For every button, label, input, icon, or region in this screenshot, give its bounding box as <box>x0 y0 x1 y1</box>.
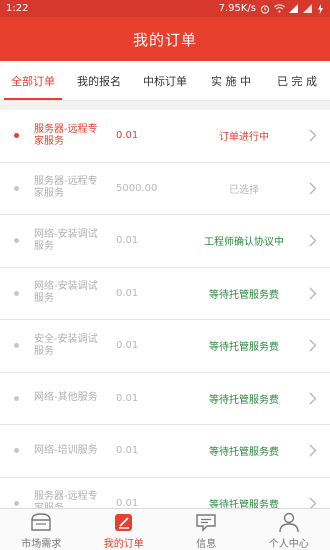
order-row[interactable]: 服务器-远程专家服务 0.01 等待托管服务费 <box>0 477 330 510</box>
chevron-right-icon <box>302 339 324 352</box>
tab-0[interactable]: 全部订单 <box>0 61 66 100</box>
bullet-dot <box>14 343 19 349</box>
network-speed: 7.95K/s <box>218 3 256 14</box>
tab-1[interactable]: 我的报名 <box>66 61 132 100</box>
order-status: 等待托管服务费 <box>209 342 279 354</box>
order-price: 0.01 <box>116 445 139 457</box>
order-status: 已选择 <box>229 184 259 196</box>
order-price: 0.01 <box>116 130 139 142</box>
chevron-right-icon <box>302 392 324 405</box>
nav-item-3[interactable]: 个人中心 <box>248 509 330 550</box>
nav-item-1[interactable]: 我的订单 <box>83 509 166 550</box>
order-service-name: 网络-安装调试服务 <box>34 228 98 252</box>
tab-label: 中标订单 <box>143 74 187 88</box>
message-icon <box>194 510 218 534</box>
bullet-dot <box>14 395 19 401</box>
bottom-navigation: 市场需求 我的订单 信息 个人中心 <box>0 508 330 550</box>
bullet-dot <box>14 185 19 191</box>
alarm-icon <box>260 4 270 14</box>
nav-label: 我的订单 <box>103 538 144 550</box>
order-service-name: 安全-安装调试服务 <box>34 333 98 357</box>
order-row[interactable]: 网络-其他服务 0.01 等待托管服务费 <box>0 372 330 425</box>
order-service-name: 网络-其他服务 <box>34 392 98 404</box>
order-service-name: 服务器-远程专家服务 <box>34 176 98 200</box>
nav-label: 个人中心 <box>268 538 309 550</box>
order-status: 订单进行中 <box>219 132 269 144</box>
status-time: 1:22 <box>6 3 29 14</box>
tab-3[interactable]: 实 施 中 <box>198 61 264 100</box>
chevron-right-icon <box>302 182 324 195</box>
tab-label: 已 完 成 <box>277 74 317 88</box>
tab-2[interactable]: 中标订单 <box>132 61 198 100</box>
order-service-name: 网络-培训服务 <box>34 444 98 456</box>
wifi-icon <box>274 4 285 13</box>
bullet-dot <box>14 290 19 296</box>
tab-label: 我的报名 <box>77 74 121 88</box>
tab-4[interactable]: 已 完 成 <box>264 61 330 100</box>
order-status: 工程师确认协议中 <box>204 237 284 249</box>
nav-item-2[interactable]: 信息 <box>165 509 248 550</box>
bullet-dot <box>14 238 19 244</box>
order-row[interactable]: 网络-培训服务 0.01 等待托管服务费 <box>0 425 330 478</box>
bullet-dot <box>14 133 19 139</box>
status-bar: 1:22 7.95K/s <box>0 0 330 17</box>
order-status: 等待托管服务费 <box>209 447 279 459</box>
order-price: 5000.00 <box>116 182 158 194</box>
nav-label: 信息 <box>196 538 217 550</box>
nav-item-0[interactable]: 市场需求 <box>0 509 83 550</box>
nav-label: 市场需求 <box>21 538 62 550</box>
chevron-right-icon <box>302 444 324 457</box>
order-price: 0.01 <box>116 340 139 352</box>
order-status: 等待托管服务费 <box>209 289 279 301</box>
order-price: 0.01 <box>116 235 139 247</box>
order-row[interactable]: 服务器-远程专家服务 0.01 订单进行中 <box>0 110 330 163</box>
chevron-right-icon <box>302 287 324 300</box>
chevron-right-icon <box>302 234 324 247</box>
order-row[interactable]: 网络-安装调试服务 0.01 工程师确认协议中 <box>0 215 330 268</box>
page-title: 我的订单 <box>132 30 197 49</box>
tab-label: 全部订单 <box>11 74 55 88</box>
market-icon <box>29 510 53 534</box>
chevron-right-icon <box>302 129 324 142</box>
order-status: 等待托管服务费 <box>209 394 279 406</box>
signal-icon <box>289 4 299 13</box>
header: 我的订单 <box>0 17 330 61</box>
order-price: 0.01 <box>116 392 139 404</box>
tab-label: 实 施 中 <box>211 74 251 88</box>
battery-charging-icon <box>317 3 324 14</box>
bullet-dot <box>14 500 19 506</box>
order-row[interactable]: 安全-安装调试服务 0.01 等待托管服务费 <box>0 320 330 373</box>
order-service-name: 网络-安装调试服务 <box>34 281 98 305</box>
profile-icon <box>277 510 301 534</box>
order-price: 0.01 <box>116 287 139 299</box>
orders-icon <box>112 510 136 534</box>
order-row[interactable]: 服务器-远程专家服务 5000.00 已选择 <box>0 162 330 215</box>
order-tabs: 全部订单 我的报名 中标订单 实 施 中 已 完 成 <box>0 61 330 101</box>
order-service-name: 服务器-远程专家服务 <box>34 123 98 147</box>
bullet-dot <box>14 448 19 454</box>
order-row[interactable]: 网络-安装调试服务 0.01 等待托管服务费 <box>0 267 330 320</box>
signal-icon-2 <box>303 4 313 13</box>
order-list: 服务器-远程专家服务 0.01 订单进行中 服务器-远程专家服务 5000.00 已选择网… <box>0 110 330 510</box>
